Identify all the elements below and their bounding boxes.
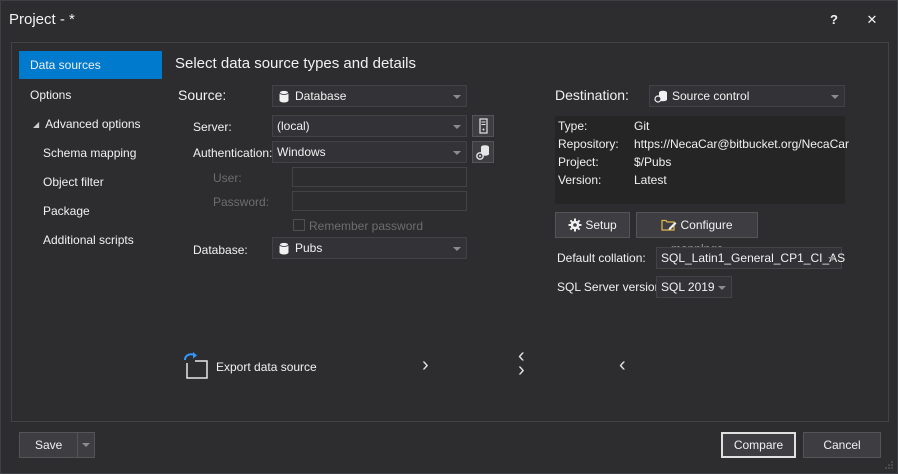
setup-button[interactable]: Setup: [555, 212, 630, 238]
default-collation-label: Default collation:: [557, 251, 646, 265]
folder-edit-icon: [661, 219, 677, 231]
cancel-button[interactable]: Cancel: [803, 432, 881, 458]
info-key-project: Project:: [558, 155, 599, 169]
user-field[interactable]: [292, 167, 467, 187]
nav-label: Data sources: [30, 58, 101, 72]
database-label: Database:: [193, 243, 248, 257]
compare-button[interactable]: Compare: [721, 432, 796, 458]
chevron-down-icon: [453, 247, 461, 251]
nav-label: Additional scripts: [43, 233, 134, 247]
nav-package[interactable]: Package: [19, 197, 162, 225]
collapse-triangle-icon[interactable]: ◢: [33, 120, 39, 129]
help-button[interactable]: ?: [824, 10, 844, 30]
copy-left-button[interactable]: ‹: [619, 354, 626, 377]
nav-data-sources[interactable]: Data sources: [19, 51, 162, 79]
database-gear-icon: [476, 145, 489, 160]
info-key-type: Type:: [558, 119, 588, 133]
nav-label: Object filter: [43, 175, 104, 189]
swap-right-chevron-icon: ›: [518, 359, 525, 381]
window-title: Project - *: [9, 11, 75, 28]
nav-schema-mapping[interactable]: Schema mapping: [19, 139, 162, 167]
server-combo[interactable]: (local): [272, 115, 467, 137]
save-options-dropdown[interactable]: [78, 433, 94, 457]
sql-server-version-label: SQL Server version:: [557, 280, 665, 294]
info-value-type: Git: [634, 119, 650, 133]
page-heading: Select data source types and details: [175, 55, 416, 72]
info-value-project: $/Pubs: [634, 155, 672, 169]
nav-label: Schema mapping: [43, 146, 137, 160]
nav-label: Package: [43, 204, 90, 218]
database-value: Pubs: [295, 241, 323, 255]
sql-server-version-value: SQL 2019: [661, 280, 715, 294]
setup-label: Setup: [585, 218, 617, 232]
chevron-down-icon: [453, 125, 461, 129]
source-type-value: Database: [295, 89, 347, 103]
default-collation-value: SQL_Latin1_General_CP1_CI_AS: [661, 251, 846, 265]
server-label: Server:: [193, 120, 232, 134]
chevron-down-icon: [453, 151, 461, 155]
source-control-icon: [654, 90, 667, 103]
configure-mappings-button[interactable]: Configure mappings: [636, 212, 758, 256]
chevron-down-icon: [718, 286, 726, 290]
copy-right-button[interactable]: ›: [422, 354, 429, 377]
export-icon: [184, 352, 208, 379]
export-data-source-label: Export data source: [216, 360, 317, 374]
close-button[interactable]: ✕: [862, 10, 882, 30]
resize-grip-icon[interactable]: [885, 461, 893, 469]
destination-label: Destination:: [555, 87, 629, 103]
authentication-value: Windows: [277, 145, 326, 159]
chevron-down-icon: [831, 95, 839, 99]
remember-password-label: Remember password: [309, 219, 424, 233]
browse-servers-button[interactable]: [472, 115, 494, 137]
user-label: User:: [213, 171, 242, 185]
sql-server-version-combo[interactable]: SQL 2019: [656, 276, 732, 298]
database-combo[interactable]: Pubs: [272, 237, 467, 259]
project-window: Project - * ? ✕ Data sources Options ◢ Ad…: [0, 0, 898, 474]
nav-advanced-options[interactable]: ◢ Advanced options: [19, 110, 162, 138]
database-icon: [279, 90, 289, 103]
nav-object-filter[interactable]: Object filter: [19, 168, 162, 196]
chevron-down-icon: [82, 443, 90, 447]
chevron-down-icon: [453, 95, 461, 99]
password-field[interactable]: [292, 191, 467, 211]
info-value-repository: https://NecaCar@bitbucket.org/NecaCar: [634, 137, 849, 151]
remember-password-checkbox[interactable]: [293, 219, 305, 231]
source-type-combo[interactable]: Database: [272, 85, 467, 107]
server-icon: [479, 118, 488, 134]
auth-settings-button[interactable]: [472, 141, 494, 163]
server-value: (local): [277, 119, 310, 133]
password-label: Password:: [213, 195, 270, 209]
database-icon: [279, 242, 289, 255]
info-value-version: Latest: [634, 173, 667, 187]
swap-button[interactable]: ‹ ›: [518, 346, 525, 381]
save-label: Save: [35, 438, 63, 452]
destination-type-combo[interactable]: Source control: [649, 85, 845, 107]
gear-icon: [568, 218, 582, 232]
info-key-version: Version:: [558, 173, 602, 187]
chevron-down-icon: [828, 257, 836, 261]
nav-label: Options: [30, 88, 72, 102]
nav-additional-scripts[interactable]: Additional scripts: [19, 226, 162, 254]
nav-label: Advanced options: [45, 117, 141, 131]
authentication-label: Authentication:: [193, 146, 273, 160]
authentication-combo[interactable]: Windows: [272, 141, 467, 163]
default-collation-combo[interactable]: SQL_Latin1_General_CP1_CI_AS: [656, 247, 846, 269]
export-data-source-button[interactable]: Export data source: [181, 351, 341, 381]
source-label: Source:: [178, 87, 227, 103]
nav-options[interactable]: Options: [19, 81, 162, 109]
destination-type-value: Source control: [672, 89, 750, 103]
destination-info-panel: Type: Git Repository: https://NecaCar@bi…: [555, 116, 849, 204]
title-bar: Project - * ? ✕: [1, 1, 897, 39]
info-key-repository: Repository:: [558, 137, 619, 151]
